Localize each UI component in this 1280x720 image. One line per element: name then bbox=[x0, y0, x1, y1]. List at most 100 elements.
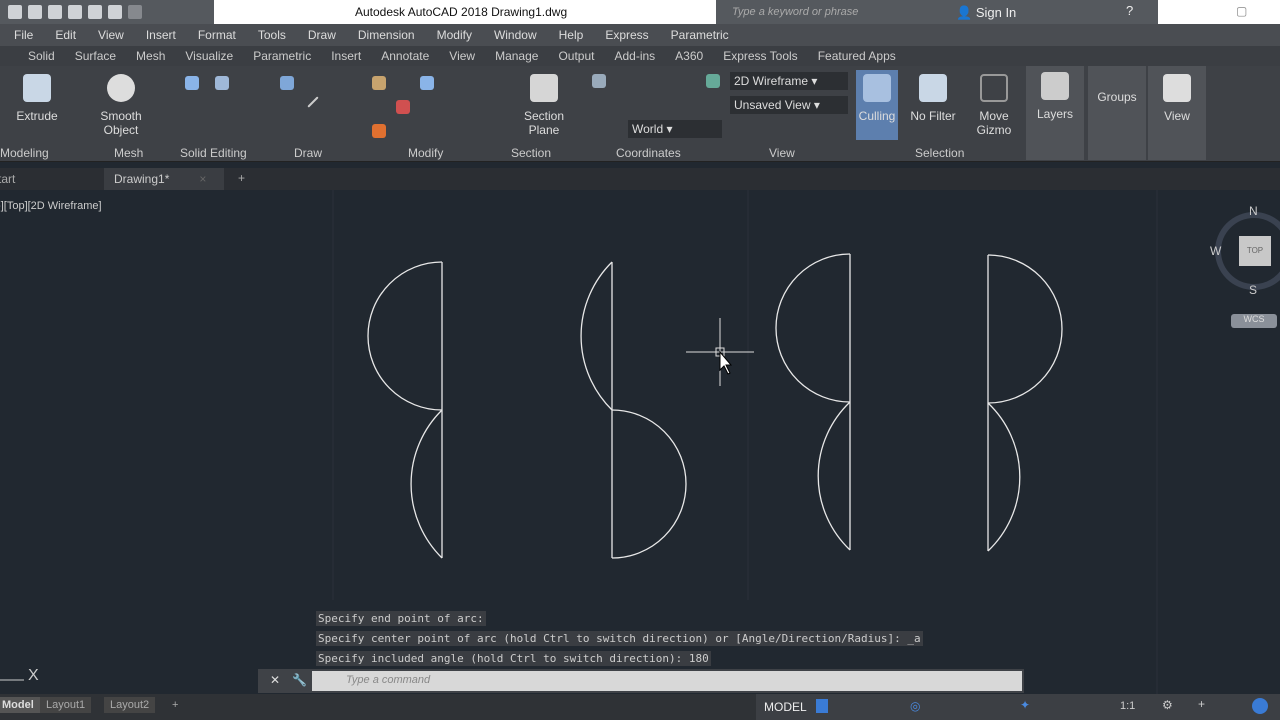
ucs-x-label: X bbox=[28, 667, 39, 684]
tab-express-tools[interactable]: Express Tools bbox=[723, 46, 797, 66]
customize-wrench-icon[interactable]: 🔧 bbox=[292, 673, 307, 687]
tab-featured-apps[interactable]: Featured Apps bbox=[818, 46, 896, 66]
tab-surface[interactable]: Surface bbox=[75, 46, 116, 66]
tab-add-ins[interactable]: Add-ins bbox=[614, 46, 655, 66]
panel-coordinates[interactable]: Coordinates bbox=[616, 146, 681, 160]
box-icon[interactable] bbox=[215, 76, 229, 90]
move-gizmo-button[interactable]: Move Gizmo bbox=[968, 74, 1020, 137]
ucs-icon[interactable] bbox=[592, 74, 606, 88]
union-icon[interactable] bbox=[185, 76, 199, 90]
redo-icon[interactable] bbox=[128, 5, 142, 19]
ucs-world-icon[interactable] bbox=[706, 74, 720, 88]
tab-parametric[interactable]: Parametric bbox=[253, 46, 311, 66]
new-tab-button[interactable]: + bbox=[238, 171, 245, 185]
panel-mesh[interactable]: Mesh bbox=[114, 146, 143, 160]
menu-help[interactable]: Help bbox=[559, 24, 584, 46]
layout-tab-model[interactable]: Model bbox=[0, 697, 40, 713]
tab-insert[interactable]: Insert bbox=[331, 46, 361, 66]
close-command-icon[interactable]: ✕ bbox=[270, 673, 280, 687]
isolate-icon[interactable] bbox=[1252, 698, 1268, 714]
menu-express[interactable]: Express bbox=[605, 24, 648, 46]
status-toolbar: MODEL ◎ ✦ 1:1 ⚙ + bbox=[756, 694, 1280, 720]
tab-annotate[interactable]: Annotate bbox=[381, 46, 429, 66]
plus-icon[interactable]: + bbox=[1198, 697, 1205, 711]
close-icon[interactable]: × bbox=[199, 172, 206, 186]
status-bar: Model Layout1 Layout2 + MODEL ◎ ✦ 1:1 ⚙ … bbox=[0, 694, 1280, 720]
menu-draw[interactable]: Draw bbox=[308, 24, 336, 46]
open-icon[interactable] bbox=[28, 5, 42, 19]
filter-icon bbox=[919, 74, 947, 102]
viewcube-top[interactable]: TOP bbox=[1239, 236, 1271, 266]
panel-view[interactable]: View bbox=[769, 146, 795, 160]
menu-modify[interactable]: Modify bbox=[437, 24, 472, 46]
tab-a360[interactable]: A360 bbox=[675, 46, 703, 66]
panel-draw[interactable]: Draw bbox=[294, 146, 322, 160]
polar-tracking-icon[interactable]: ◎ bbox=[910, 699, 920, 713]
copy-icon[interactable] bbox=[372, 76, 386, 90]
tab-mesh[interactable]: Mesh bbox=[136, 46, 165, 66]
sign-in-button[interactable]: 👤 Sign In? bbox=[906, 0, 1158, 24]
tab-manage[interactable]: Manage bbox=[495, 46, 538, 66]
no-filter-button[interactable]: No Filter bbox=[906, 74, 960, 123]
layout-tab-layout1[interactable]: Layout1 bbox=[40, 697, 92, 713]
compass-south[interactable]: S bbox=[1249, 283, 1257, 297]
tab-drawing1[interactable]: Drawing1* × bbox=[104, 168, 224, 190]
arc-4a bbox=[987, 254, 1063, 404]
polyline-icon[interactable] bbox=[280, 76, 294, 90]
menu-window[interactable]: Window bbox=[494, 24, 537, 46]
grid-icon[interactable] bbox=[816, 699, 828, 713]
save-icon[interactable] bbox=[48, 5, 62, 19]
help-icon[interactable]: ? bbox=[1126, 3, 1133, 18]
rotate-icon[interactable] bbox=[396, 100, 410, 114]
save-as-icon[interactable] bbox=[68, 5, 82, 19]
annotation-scale[interactable]: 1:1 bbox=[1120, 700, 1135, 712]
tab-start[interactable]: Start bbox=[0, 172, 15, 186]
groups-panel[interactable]: Groups bbox=[1088, 66, 1146, 160]
tab-view[interactable]: View bbox=[449, 46, 475, 66]
menu-dimension[interactable]: Dimension bbox=[358, 24, 415, 46]
undo-icon[interactable] bbox=[108, 5, 122, 19]
trim-icon[interactable] bbox=[372, 124, 386, 138]
print-icon[interactable] bbox=[88, 5, 102, 19]
ucs-dropdown[interactable]: World ▾ bbox=[628, 120, 722, 138]
tab-output[interactable]: Output bbox=[558, 46, 594, 66]
menu-parametric[interactable]: Parametric bbox=[671, 24, 729, 46]
menu-format[interactable]: Format bbox=[198, 24, 236, 46]
named-view-dropdown[interactable]: Unsaved View ▾ bbox=[730, 96, 848, 114]
smooth-object-button[interactable]: Smooth Object bbox=[96, 74, 146, 137]
panel-section[interactable]: Section bbox=[511, 146, 551, 160]
visual-style-dropdown[interactable]: 2D Wireframe ▾ bbox=[730, 72, 848, 90]
layers-panel[interactable]: Layers bbox=[1026, 66, 1084, 160]
compass-west[interactable]: W bbox=[1210, 244, 1221, 258]
menu-file[interactable]: File bbox=[14, 24, 33, 46]
named-view-value: Unsaved View bbox=[734, 98, 811, 112]
command-input[interactable]: Type a command bbox=[312, 671, 1022, 691]
add-layout-button[interactable]: + bbox=[166, 697, 184, 713]
compass-north[interactable]: N bbox=[1249, 204, 1258, 218]
annotation-icon[interactable]: ✦ bbox=[1020, 698, 1030, 712]
maximize-button[interactable]: ▢ bbox=[1236, 4, 1247, 18]
view-panel[interactable]: View bbox=[1148, 66, 1206, 160]
gear-icon[interactable]: ⚙ bbox=[1162, 698, 1173, 712]
section-plane-button[interactable]: Section Plane bbox=[518, 74, 570, 137]
panel-selection[interactable]: Selection bbox=[915, 146, 964, 160]
wcs-menu[interactable]: WCS bbox=[1231, 314, 1277, 328]
drawing-canvas[interactable]: [-][Top][2D Wireframe] X N S W TOP WCS S… bbox=[0, 190, 1280, 694]
new-icon[interactable] bbox=[8, 5, 22, 19]
extrude-button[interactable]: Extrude bbox=[12, 74, 62, 123]
line-icon[interactable] bbox=[307, 96, 319, 108]
layout-tab-layout2[interactable]: Layout2 bbox=[104, 697, 156, 713]
panel-modify[interactable]: Modify bbox=[408, 146, 443, 160]
model-space-button[interactable]: MODEL bbox=[764, 700, 807, 714]
tab-solid[interactable]: Solid bbox=[28, 46, 55, 66]
panel-solid-editing[interactable]: Solid Editing bbox=[180, 146, 247, 160]
panel-modeling[interactable]: Modeling bbox=[0, 146, 49, 160]
search-input[interactable]: Type a keyword or phrase bbox=[716, 0, 906, 24]
menu-insert[interactable]: Insert bbox=[146, 24, 176, 46]
culling-button[interactable]: Culling bbox=[856, 70, 898, 140]
menu-view[interactable]: View bbox=[98, 24, 124, 46]
move-icon[interactable] bbox=[420, 76, 434, 90]
tab-visualize[interactable]: Visualize bbox=[185, 46, 233, 66]
menu-edit[interactable]: Edit bbox=[55, 24, 76, 46]
menu-tools[interactable]: Tools bbox=[258, 24, 286, 46]
